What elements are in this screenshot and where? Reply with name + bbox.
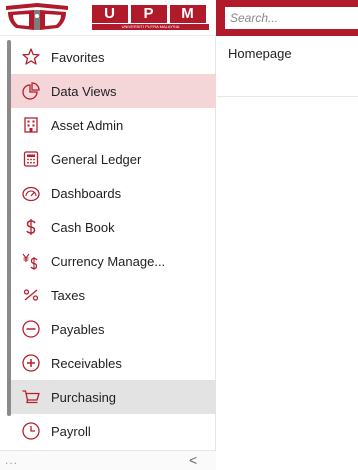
brand-wordmark: U P M xyxy=(92,5,206,23)
sidebar-item-label: Taxes xyxy=(51,287,85,303)
sidebar-item-payables[interactable]: Payables xyxy=(11,312,216,346)
dollar-icon xyxy=(20,216,42,238)
star-icon xyxy=(20,46,42,68)
sidebar-item-label: Receivables xyxy=(51,355,122,371)
main-content: Homepage xyxy=(217,36,358,470)
sidebar-item-favorites[interactable]: Favorites xyxy=(11,40,216,74)
brand-letter: U xyxy=(92,5,128,23)
sidebar-item-label: Payables xyxy=(51,321,105,337)
clock-icon xyxy=(20,420,42,442)
calculator-icon xyxy=(20,148,42,170)
search-input[interactable] xyxy=(225,7,358,29)
building-icon xyxy=(20,114,42,136)
sidebar-item-cash-book[interactable]: Cash Book xyxy=(11,210,216,244)
sidebar-item-label: Dashboards xyxy=(51,185,122,201)
sidebar-item-label: Currency Manage... xyxy=(51,253,166,269)
percent-icon xyxy=(20,284,42,306)
sidebar-item-taxes[interactable]: Taxes xyxy=(11,278,216,312)
gauge-icon xyxy=(20,182,42,204)
sidebar-item-data-views[interactable]: Data Views xyxy=(11,74,216,108)
sidebar-item-asset-admin[interactable]: Asset Admin xyxy=(11,108,216,142)
sidebar-item-label: General Ledger xyxy=(51,151,142,167)
sidebar-item-general-ledger[interactable]: General Ledger xyxy=(11,142,216,176)
page-header: Homepage xyxy=(217,36,358,97)
pie-chart-icon xyxy=(20,80,42,102)
sidebar-item-label: Cash Book xyxy=(51,219,115,235)
sidebar-footer: ... < xyxy=(0,450,216,470)
sidebar-item-label: Payroll xyxy=(51,423,91,439)
minus-circle-icon xyxy=(20,318,42,340)
sidebar-item-label: Purchasing xyxy=(51,389,117,405)
university-crest-logo xyxy=(6,3,68,30)
currency-icon xyxy=(20,250,42,272)
sidebar-item-payroll[interactable]: Payroll xyxy=(11,414,216,448)
page-title: Homepage xyxy=(228,46,292,61)
top-bar xyxy=(216,0,358,36)
sidebar-item-purchasing[interactable]: Purchasing xyxy=(11,380,216,414)
logo-bar: U P M UNIVERSITI PUTRA MALAYSIA xyxy=(0,0,216,36)
plus-circle-icon xyxy=(20,352,42,374)
sidebar-item-label: Data Views xyxy=(51,83,117,99)
brand-letter: P xyxy=(131,5,167,23)
sidebar-menu: Favorites Data Views Asset Admin General… xyxy=(11,40,216,448)
more-options-button[interactable]: ... xyxy=(5,453,18,467)
sidebar-item-dashboards[interactable]: Dashboards xyxy=(11,176,216,210)
sidebar-item-label: Favorites xyxy=(51,49,105,65)
sidebar-item-currency-management[interactable]: Currency Manage... xyxy=(11,244,216,278)
cart-icon xyxy=(20,386,42,408)
sidebar-item-label: Asset Admin xyxy=(51,117,124,133)
brand-subtitle: UNIVERSITI PUTRA MALAYSIA xyxy=(92,24,209,30)
collapse-sidebar-button[interactable]: < xyxy=(189,452,197,468)
sidebar: U P M UNIVERSITI PUTRA MALAYSIA Favorite… xyxy=(0,0,216,470)
sidebar-item-receivables[interactable]: Receivables xyxy=(11,346,216,380)
brand-letter: M xyxy=(170,5,206,23)
